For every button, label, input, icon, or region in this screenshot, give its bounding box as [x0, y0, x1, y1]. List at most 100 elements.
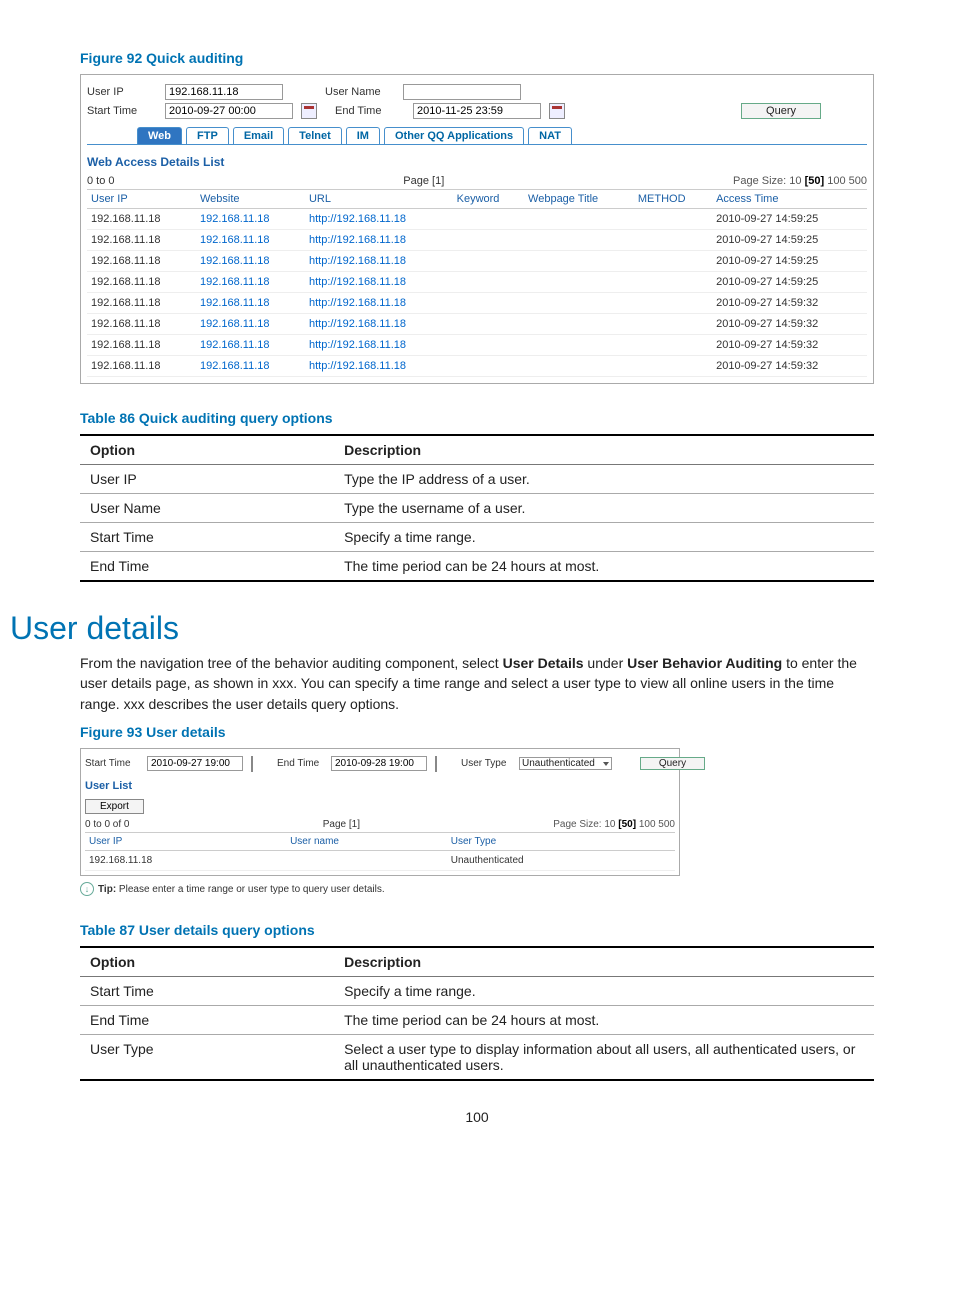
- page-size-option[interactable]: 100: [824, 175, 845, 187]
- option-cell: User Type: [80, 1034, 334, 1080]
- table-86-caption: Table 86 Quick auditing query options: [80, 410, 874, 426]
- figure-93-caption: Figure 93 User details: [80, 724, 874, 740]
- option-cell: Start Time: [80, 976, 334, 1005]
- user-name-input[interactable]: [403, 84, 521, 100]
- tab-im[interactable]: IM: [346, 127, 380, 144]
- desc-cell: Specify a time range.: [334, 976, 874, 1005]
- page-size-option[interactable]: 10: [789, 175, 801, 187]
- web-access-table: User IPWebsiteURLKeywordWebpage TitleMET…: [87, 190, 867, 377]
- export-button[interactable]: Export: [85, 799, 144, 814]
- table-cell: http://192.168.11.18: [305, 209, 453, 230]
- query-button[interactable]: Query: [741, 103, 821, 119]
- table-cell: 192.168.11.18: [87, 209, 196, 230]
- column-header: Website: [196, 190, 305, 209]
- tab-other-qq-applications[interactable]: Other QQ Applications: [384, 127, 524, 144]
- table-row: 192.168.11.18192.168.11.18http://192.168…: [87, 335, 867, 356]
- table-cell: 192.168.11.18: [87, 335, 196, 356]
- end-time-input[interactable]: [413, 103, 541, 119]
- table-cell: 2010-09-27 14:59:32: [712, 356, 867, 377]
- page-size-label: Page Size:: [733, 175, 786, 187]
- page-size-option[interactable]: 500: [846, 175, 867, 187]
- option-cell: User IP: [80, 465, 334, 494]
- page-size-option[interactable]: 10: [604, 819, 615, 830]
- table-cell: http://192.168.11.18: [305, 251, 453, 272]
- table-cell: [453, 356, 524, 377]
- tab-email[interactable]: Email: [233, 127, 284, 144]
- table-cell: [524, 335, 634, 356]
- calendar-icon[interactable]: [251, 756, 253, 772]
- table-cell: [634, 314, 712, 335]
- calendar-icon[interactable]: [435, 756, 437, 772]
- table-cell: 2010-09-27 14:59:25: [712, 251, 867, 272]
- range-text: 0 to 0: [87, 175, 115, 187]
- user-ip-input[interactable]: [165, 84, 283, 100]
- table-cell: [453, 272, 524, 293]
- page-size-block-93: Page Size: 10 [50] 100 500: [553, 819, 675, 830]
- user-type-select[interactable]: Unauthenticated: [519, 757, 612, 770]
- para-text: under: [584, 655, 628, 671]
- tab-telnet[interactable]: Telnet: [288, 127, 342, 144]
- user-ip-label: User IP: [87, 86, 159, 98]
- calendar-icon[interactable]: [549, 103, 565, 119]
- table-cell: 192.168.11.18: [87, 251, 196, 272]
- tip-icon: ↓: [80, 882, 94, 896]
- query-button-93[interactable]: Query: [640, 757, 705, 770]
- table-cell: [453, 293, 524, 314]
- end-time-input-93[interactable]: [331, 756, 427, 771]
- table-cell: 2010-09-27 14:59:32: [712, 335, 867, 356]
- table-cell: [286, 850, 447, 870]
- tip-text: Please enter a time range or user type t…: [116, 884, 384, 895]
- table-row: 192.168.11.18192.168.11.18http://192.168…: [87, 209, 867, 230]
- start-time-input-93[interactable]: [147, 756, 243, 771]
- table-cell: [634, 209, 712, 230]
- table-cell: 192.168.11.18: [196, 272, 305, 293]
- tab-nat[interactable]: NAT: [528, 127, 572, 144]
- desc-cell: The time period can be 24 hours at most.: [334, 1005, 874, 1034]
- table-cell: 2010-09-27 14:59:25: [712, 272, 867, 293]
- calendar-icon[interactable]: [301, 103, 317, 119]
- table-cell: [634, 251, 712, 272]
- table-cell: [524, 209, 634, 230]
- table-row: 192.168.11.18192.168.11.18http://192.168…: [87, 251, 867, 272]
- tip-row: ↓Tip: Please enter a time range or user …: [80, 882, 874, 896]
- column-header: URL: [305, 190, 453, 209]
- table-86: Option Description User IPType the IP ad…: [80, 434, 874, 582]
- option-cell: User Name: [80, 494, 334, 523]
- para-bold: User Details: [503, 655, 584, 671]
- page-size-option[interactable]: [50]: [616, 819, 637, 830]
- table-cell: [524, 230, 634, 251]
- table-cell: 2010-09-27 14:59:25: [712, 230, 867, 251]
- table-cell: [524, 272, 634, 293]
- table-row: Start TimeSpecify a time range.: [80, 976, 874, 1005]
- page-size-option[interactable]: 100: [636, 819, 655, 830]
- range-text-93: 0 to 0 of 0: [85, 819, 129, 830]
- option-cell: Start Time: [80, 523, 334, 552]
- table-row: 192.168.11.18192.168.11.18http://192.168…: [87, 230, 867, 251]
- table-87: Option Description Start TimeSpecify a t…: [80, 946, 874, 1081]
- table-cell: [453, 209, 524, 230]
- user-list-title: User List: [85, 780, 675, 792]
- page-size-option[interactable]: [50]: [802, 175, 825, 187]
- table-cell: [453, 230, 524, 251]
- table-cell: 2010-09-27 14:59:32: [712, 314, 867, 335]
- table-cell: [634, 293, 712, 314]
- column-header: Keyword: [453, 190, 524, 209]
- table-row: End TimeThe time period can be 24 hours …: [80, 552, 874, 582]
- table-cell: [634, 335, 712, 356]
- column-header: Webpage Title: [524, 190, 634, 209]
- option-cell: End Time: [80, 552, 334, 582]
- table-row: Start TimeSpecify a time range.: [80, 523, 874, 552]
- table-87-header-option: Option: [80, 947, 334, 977]
- table-86-header-desc: Description: [334, 435, 874, 465]
- tab-ftp[interactable]: FTP: [186, 127, 229, 144]
- user-name-label: User Name: [325, 86, 397, 98]
- tab-web[interactable]: Web: [137, 127, 182, 144]
- page-size-option[interactable]: 500: [656, 819, 675, 830]
- table-row: User TypeSelect a user type to display i…: [80, 1034, 874, 1080]
- user-type-label-93: User Type: [461, 758, 513, 769]
- table-cell: 192.168.11.18: [87, 356, 196, 377]
- start-time-input[interactable]: [165, 103, 293, 119]
- table-cell: [453, 251, 524, 272]
- column-header: Access Time: [712, 190, 867, 209]
- table-cell: http://192.168.11.18: [305, 314, 453, 335]
